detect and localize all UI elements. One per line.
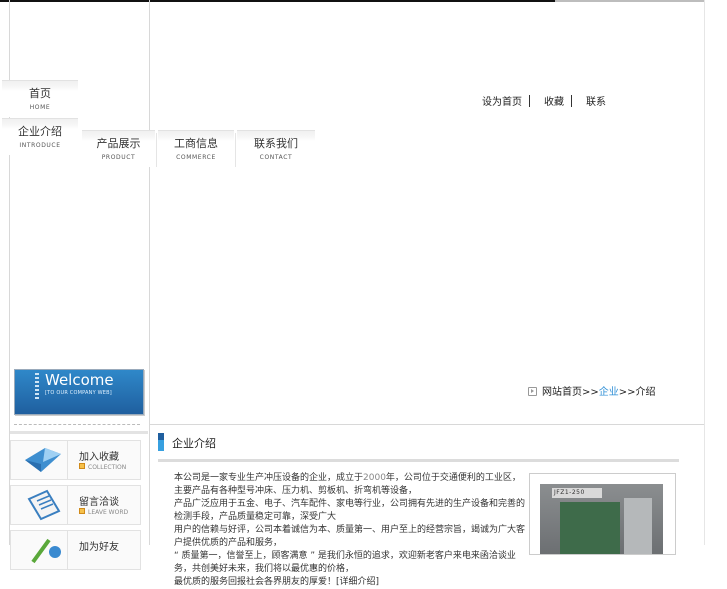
machine-side bbox=[624, 498, 652, 554]
tab-home-label: 首页 bbox=[29, 87, 51, 100]
set-homepage-link[interactable]: 设为首页 bbox=[482, 93, 522, 108]
tab-product-label: 产品展示 bbox=[96, 137, 141, 150]
intro-line: 用户的信赖与好评，公司本着诚信为本、质量第一、用户至上的经营宗旨，竭诚为广大客户… bbox=[174, 525, 526, 548]
tab-commerce[interactable]: 工商信息 COMMERCE bbox=[158, 130, 234, 167]
breadcrumb-arrow-icon bbox=[528, 387, 537, 396]
tab-home-sublabel: HOME bbox=[29, 104, 51, 111]
machine-body bbox=[560, 502, 620, 554]
tab-contact[interactable]: 联系我们 CONTACT bbox=[237, 130, 315, 167]
section-underline bbox=[158, 459, 679, 462]
breadcrumb-category[interactable]: 企业 bbox=[599, 387, 619, 398]
leave-word-button[interactable]: 留言洽谈 LEAVE WORD bbox=[10, 485, 141, 525]
quick-link-separator bbox=[67, 441, 68, 479]
collection-sublabel: COLLECTION bbox=[79, 463, 126, 471]
tab-contact-sublabel: CONTACT bbox=[259, 154, 293, 161]
envelope-icon bbox=[25, 448, 61, 472]
tab-introduce-sublabel: INTRODUCE bbox=[19, 142, 61, 149]
sidebar-divider bbox=[149, 0, 150, 545]
collection-button[interactable]: 加入收藏 COLLECTION bbox=[10, 440, 141, 480]
welcome-subtitle: [TO OUR COMPANY WEB] bbox=[45, 390, 112, 396]
tab-separator bbox=[156, 133, 157, 167]
tab-product[interactable]: 产品展示 PRODUCT bbox=[82, 130, 155, 167]
breadcrumb-page: 介绍 bbox=[635, 387, 656, 398]
content-divider bbox=[150, 424, 704, 425]
top-border-right bbox=[555, 0, 705, 2]
welcome-banner: Welcome [TO OUR COMPANY WEB] bbox=[14, 369, 144, 415]
tab-introduce[interactable]: 企业介绍 INTRODUCE bbox=[2, 118, 78, 155]
add-friend-label: 加为好友 bbox=[79, 542, 119, 553]
top-links: 设为首页 收藏 联系 bbox=[482, 93, 606, 108]
contact-link[interactable]: 联系 bbox=[586, 93, 606, 108]
pencil-icon bbox=[31, 538, 61, 564]
intro-line: 本公司是一家专业生产冲压设备的企业，成立于2000年，公司位于交通便利的工业区，… bbox=[174, 472, 527, 498]
quick-link-separator bbox=[67, 486, 68, 524]
tab-contact-label: 联系我们 bbox=[254, 137, 298, 150]
product-photo-frame[interactable]: JFZ1-250 bbox=[529, 473, 676, 555]
leave-word-sublabel: LEAVE WORD bbox=[79, 508, 128, 516]
heading-marker-icon bbox=[158, 433, 164, 451]
intro-line: “ 质量第一，信誉至上，顾客满意 ” 是我们永恒的追求，欢迎新老客户来电来函洽谈… bbox=[174, 551, 516, 574]
press-machine-photo: JFZ1-250 bbox=[540, 484, 663, 554]
bookmark-link[interactable]: 收藏 bbox=[544, 93, 564, 108]
company-intro-text: 本公司是一家专业生产冲压设备的企业，成立于2000年，公司位于交通便利的工业区，… bbox=[174, 472, 527, 589]
section-title: 企业介绍 bbox=[172, 437, 216, 450]
tab-home[interactable]: 首页 HOME bbox=[2, 80, 78, 117]
quick-link-separator bbox=[67, 531, 68, 569]
breadcrumb-separator: >> bbox=[582, 387, 599, 398]
link-separator bbox=[529, 95, 530, 107]
breadcrumb-home[interactable]: 网站首页 bbox=[542, 387, 582, 398]
banner-divider bbox=[14, 424, 140, 425]
welcome-title: Welcome bbox=[45, 371, 114, 389]
leave-word-label: 留言洽谈 bbox=[79, 497, 119, 508]
tab-commerce-sublabel: COMMERCE bbox=[176, 154, 216, 161]
intro-line: 产品广泛应用于五金、电子、汽车配件、家电等行业，公司拥有先进的生产设备和完善的检… bbox=[174, 499, 526, 522]
tab-introduce-label: 企业介绍 bbox=[18, 125, 62, 138]
intro-year: 2000 bbox=[363, 473, 386, 483]
add-friend-button[interactable]: 加为好友 bbox=[10, 530, 141, 570]
machine-model-label: JFZ1-250 bbox=[554, 489, 585, 496]
right-frame-line bbox=[704, 0, 705, 545]
tab-product-sublabel: PRODUCT bbox=[101, 154, 136, 161]
banner-stripes-icon bbox=[35, 373, 39, 401]
top-border bbox=[0, 0, 555, 2]
tab-separator bbox=[235, 133, 236, 167]
link-separator bbox=[571, 95, 572, 107]
tab-commerce-label: 工商信息 bbox=[174, 137, 218, 150]
clipboard-icon bbox=[27, 489, 61, 521]
intro-line[interactable]: 最优质的服务回报社会各界朋友的厚爱！[详细介绍] bbox=[174, 576, 527, 589]
breadcrumb-separator: >> bbox=[618, 387, 636, 398]
intro-text-a: 本公司是一家专业生产冲压设备的企业，成立于 bbox=[174, 473, 364, 483]
collection-label: 加入收藏 bbox=[79, 452, 119, 463]
sidebar-divider-bar bbox=[10, 431, 148, 434]
breadcrumb: 网站首页>>企业>>介绍 bbox=[528, 383, 656, 398]
